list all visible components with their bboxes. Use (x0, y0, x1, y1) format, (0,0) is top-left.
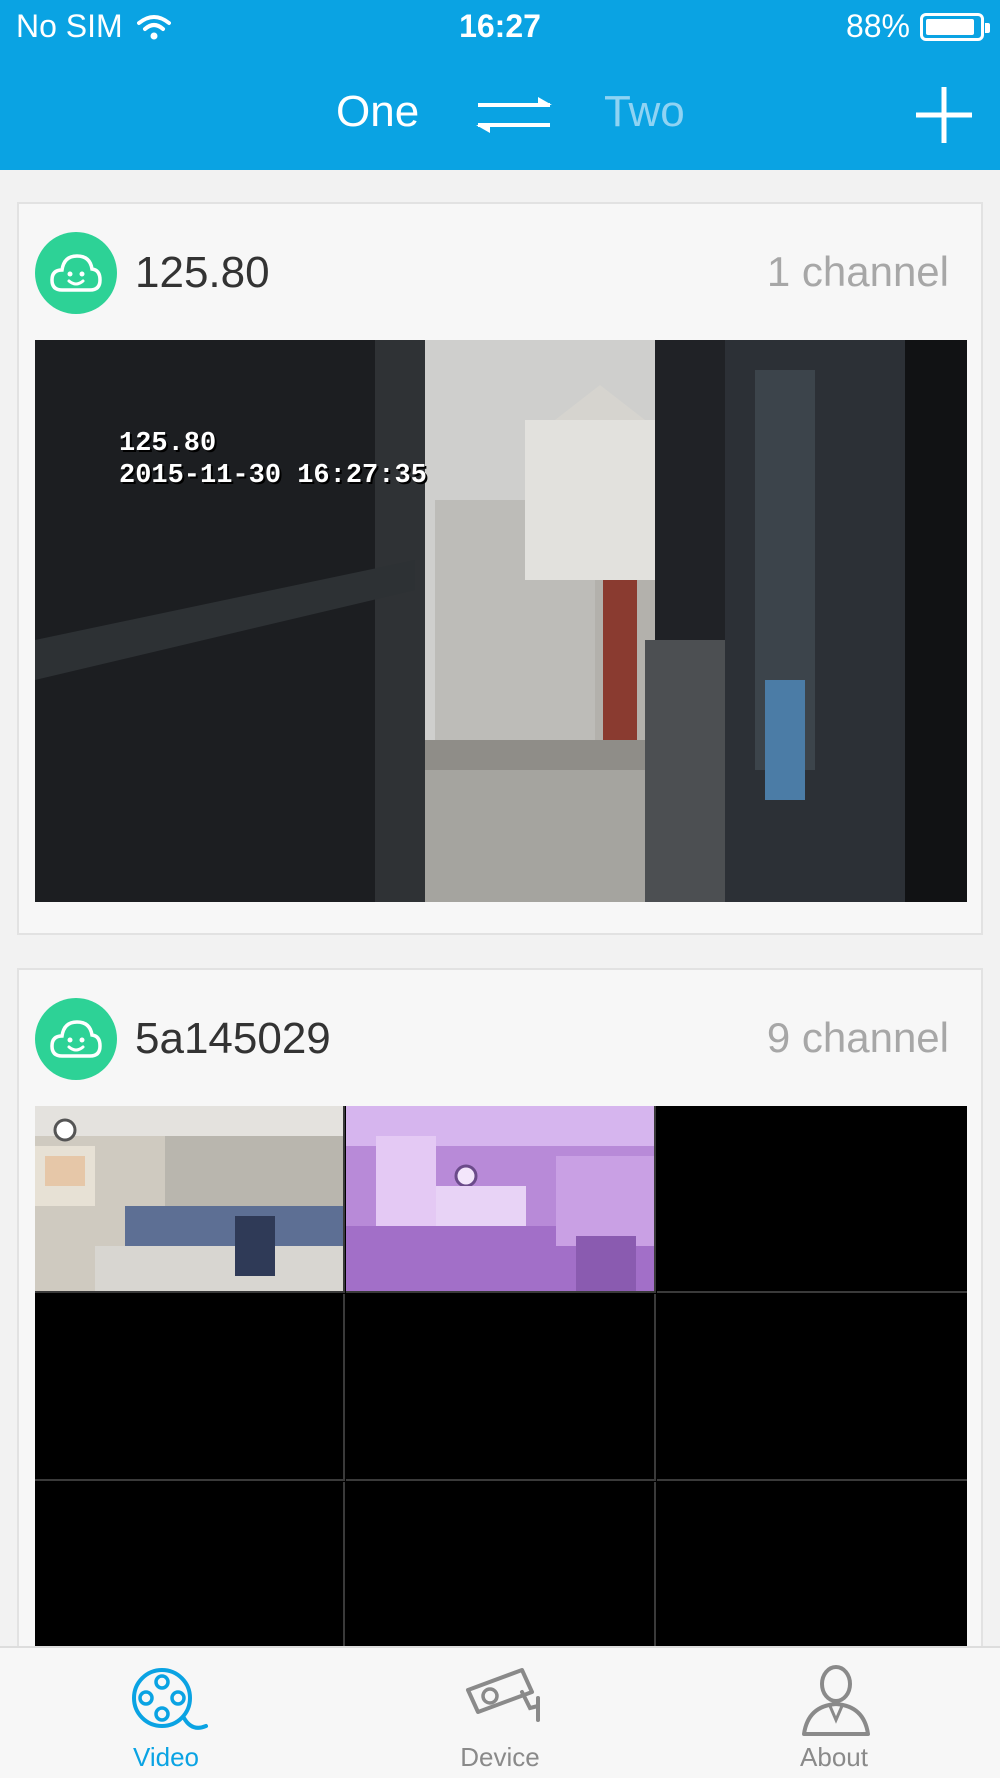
battery-icon (920, 12, 990, 41)
security-camera-icon (466, 1668, 540, 1722)
device-name: 125.80 (135, 248, 270, 297)
channel-cell[interactable] (35, 1482, 345, 1669)
device-name: 5a145029 (135, 1014, 331, 1063)
status-bar: No SIM 16:27 88% (0, 0, 1000, 56)
cloud-smile-icon (35, 998, 117, 1080)
channel-cell[interactable] (35, 1294, 345, 1481)
battery-percent: 88% (845, 8, 910, 44)
app-header: No SIM 16:27 88% One Two (0, 0, 1000, 170)
tab-device[interactable]: Device (400, 1648, 600, 1778)
device-card[interactable]: 5a145029 9 channel (17, 968, 983, 1669)
top-nav: One Two (0, 75, 1000, 155)
cloud-smile-icon (35, 232, 117, 314)
camera-feed[interactable]: 125.80 2015-11-30 16:27:35 (35, 340, 967, 902)
film-reel-icon (132, 1668, 208, 1730)
osd-timestamp: 2015-11-30 16:27:35 (119, 461, 427, 491)
channel-cell[interactable] (657, 1482, 967, 1669)
tab-two[interactable]: Two (604, 87, 685, 137)
person-icon (802, 1665, 870, 1736)
tab-label: Device (460, 1742, 540, 1772)
channel-cell[interactable] (346, 1482, 656, 1669)
plus-icon[interactable] (912, 83, 976, 147)
status-right: 88% (845, 8, 990, 45)
tab-label: Video (132, 1742, 200, 1772)
swap-arrows-icon[interactable] (472, 89, 556, 139)
device-card-header: 5a145029 9 channel (19, 970, 981, 1106)
bottom-tab-bar: Video Device About (0, 1646, 1000, 1778)
channel-cell[interactable] (657, 1106, 967, 1293)
channel-grid[interactable] (35, 1106, 967, 1669)
channel-count: 1 channel (766, 248, 949, 295)
device-card[interactable]: 125.80 1 channel 125.80 2015-11-30 16:27… (17, 202, 983, 935)
tab-video[interactable]: Video (66, 1648, 266, 1778)
camera-feed-image (35, 340, 967, 902)
tab-about[interactable]: About (734, 1648, 934, 1778)
channel-cell[interactable] (346, 1294, 656, 1481)
osd-device-name: 125.80 (119, 429, 217, 459)
channel-cell[interactable] (346, 1106, 656, 1293)
tab-one[interactable]: One (336, 87, 419, 137)
device-card-header: 125.80 1 channel (19, 204, 981, 340)
channel-count: 9 channel (766, 1014, 949, 1061)
channel-feed-image (35, 1106, 343, 1291)
channel-feed-image (346, 1106, 654, 1291)
video-overlay-text: 125.80 2015-11-30 16:27:35 (119, 428, 427, 492)
tab-label: About (800, 1742, 868, 1772)
channel-cell[interactable] (657, 1294, 967, 1481)
channel-cell[interactable] (35, 1106, 345, 1293)
